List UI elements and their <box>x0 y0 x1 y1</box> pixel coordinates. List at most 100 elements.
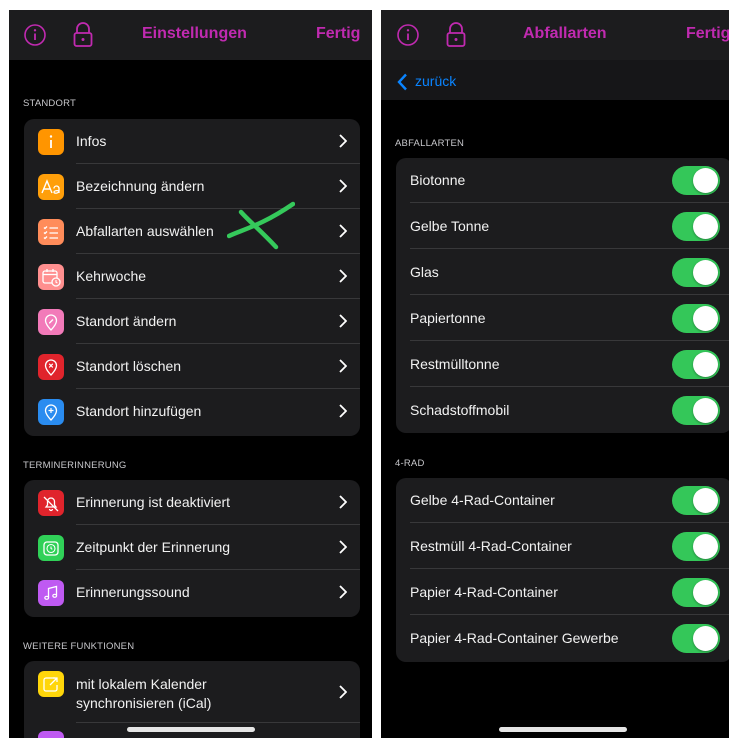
toggle-switch[interactable] <box>672 212 720 241</box>
section-header-4-rad: 4-RAD <box>395 458 425 469</box>
row-label: Abfallarten auswählen <box>76 223 214 239</box>
chevron-right-icon <box>339 179 348 198</box>
text-format-icon <box>38 174 64 200</box>
settings-row-ical[interactable]: mit lokalem Kalender synchronisieren (iC… <box>24 661 360 723</box>
settings-row-abfallarten[interactable]: Abfallarten auswählen <box>24 209 360 254</box>
location-edit-icon <box>38 309 64 335</box>
toggle-knob <box>693 352 718 377</box>
settings-row-standort-hinzufuegen[interactable]: Standort hinzufügen <box>24 389 360 434</box>
page-title: Einstellungen <box>142 25 247 42</box>
location-add-icon <box>38 399 64 425</box>
chevron-right-icon <box>339 404 348 423</box>
waste-types-screen: Abfallarten Fertig zurück ABFALLARTEN Bi… <box>381 10 729 738</box>
calendar-clock-icon <box>38 264 64 290</box>
row-label: Gelbe Tonne <box>410 218 490 234</box>
chevron-right-icon <box>339 314 348 333</box>
settings-row-erinnerung[interactable]: Erinnerung ist deaktiviert <box>24 480 360 525</box>
row-divider <box>410 248 729 249</box>
back-bar: zurück <box>381 60 729 100</box>
toggle-knob <box>693 488 718 513</box>
nav-bar: Einstellungen Fertig <box>9 10 372 60</box>
chevron-right-icon <box>339 134 348 153</box>
reminder-group: Erinnerung ist deaktiviert Zeitpunkt der… <box>24 480 360 617</box>
section-header-weitere-funktionen: WEITERE FUNKTIONEN <box>23 641 135 652</box>
chevron-right-icon <box>339 224 348 243</box>
section-header-abfallarten: ABFALLARTEN <box>395 138 465 149</box>
waste-type-row: Gelbe 4-Rad-Container <box>396 478 729 523</box>
row-label: Standort hinzufügen <box>76 403 202 419</box>
lock-icon[interactable] <box>72 22 94 53</box>
row-divider <box>410 202 729 203</box>
waste-type-row: Schadstoffmobil <box>396 388 729 433</box>
row-label: Restmülltonne <box>410 356 500 372</box>
waste-type-row: Papier 4-Rad-Container Gewerbe <box>396 616 729 661</box>
chevron-right-icon <box>339 359 348 378</box>
toggle-switch[interactable] <box>672 486 720 515</box>
settings-row-bezeichnung[interactable]: Bezeichnung ändern <box>24 164 360 209</box>
row-label: mit lokalem Kalender synchronisieren (iC… <box>76 676 212 711</box>
toggle-switch[interactable] <box>672 396 720 425</box>
waste-type-row: Restmüll 4-Rad-Container <box>396 524 729 569</box>
done-button[interactable]: Fertig <box>316 25 360 43</box>
chevron-right-icon <box>339 585 348 604</box>
row-label: Biotonne <box>410 172 466 188</box>
toggle-switch[interactable] <box>672 258 720 287</box>
row-label: Restmüll 4-Rad-Container <box>410 538 572 554</box>
lock-icon[interactable] <box>445 22 467 53</box>
row-label: Infos <box>76 133 107 149</box>
info-icon[interactable] <box>23 23 47 52</box>
toggle-knob <box>693 168 718 193</box>
row-divider <box>410 522 729 523</box>
row-label: Erinnerung ist deaktiviert <box>76 494 231 510</box>
settings-row-zeitpunkt[interactable]: Zeitpunkt der Erinnerung <box>24 525 360 570</box>
waste-type-row: Gelbe Tonne <box>396 204 729 249</box>
row-label: Papier 4-Rad-Container <box>410 584 558 600</box>
home-indicator <box>499 727 627 732</box>
row-label: Bezeichnung ändern <box>76 178 205 194</box>
toggle-switch[interactable] <box>672 578 720 607</box>
waste-type-row: Biotonne <box>396 158 729 203</box>
page-title: Abfallarten <box>523 25 607 42</box>
four-wheel-group: Gelbe 4-Rad-Container Restmüll 4-Rad-Con… <box>396 478 729 662</box>
waste-type-row: Papier 4-Rad-Container <box>396 570 729 615</box>
chevron-right-icon <box>339 269 348 288</box>
calendar-export-icon <box>38 671 64 697</box>
toggle-switch[interactable] <box>672 304 720 333</box>
settings-row-standort-loeschen[interactable]: Standort löschen <box>24 344 360 389</box>
toggle-knob <box>693 534 718 559</box>
settings-row-infos[interactable]: Infos <box>24 119 360 164</box>
row-divider <box>410 614 729 615</box>
settings-row-sound[interactable]: Erinnerungssound <box>24 570 360 615</box>
waste-type-row: Papiertonne <box>396 296 729 341</box>
nav-bar: Abfallarten Fertig <box>381 10 729 60</box>
chevron-right-icon <box>339 495 348 514</box>
row-label: Papier 4-Rad-Container Gewerbe <box>410 630 619 646</box>
chevron-left-icon[interactable] <box>397 73 408 96</box>
info-icon[interactable] <box>396 23 420 52</box>
back-button[interactable]: zurück <box>415 73 456 89</box>
toggle-knob <box>693 580 718 605</box>
waste-type-row: Glas <box>396 250 729 295</box>
toggle-knob <box>693 306 718 331</box>
row-label: Gelbe 4-Rad-Container <box>410 492 555 508</box>
settings-row-kehrwoche[interactable]: Kehrwoche <box>24 254 360 299</box>
row-divider <box>410 386 729 387</box>
done-button[interactable]: Fertig <box>686 25 729 43</box>
chevron-right-icon <box>339 540 348 559</box>
row-label: Schadstoffmobil <box>410 402 510 418</box>
list-icon <box>38 219 64 245</box>
toggle-knob <box>693 398 718 423</box>
settings-screen: Einstellungen Fertig STANDORT Infos Beze… <box>9 10 372 738</box>
toggle-switch[interactable] <box>672 532 720 561</box>
alarm-clock-icon <box>38 535 64 561</box>
toggle-knob <box>693 214 718 239</box>
toggle-switch[interactable] <box>672 624 720 653</box>
row-label: Papiertonne <box>410 310 486 326</box>
toggle-switch[interactable] <box>672 350 720 379</box>
home-indicator <box>127 727 255 732</box>
standort-group: Infos Bezeichnung ändern Abfallarten aus… <box>24 119 360 436</box>
settings-row-standort-aendern[interactable]: Standort ändern <box>24 299 360 344</box>
row-label: Kehrwoche <box>76 268 147 284</box>
section-header-standort: STANDORT <box>23 98 76 109</box>
toggle-switch[interactable] <box>672 166 720 195</box>
